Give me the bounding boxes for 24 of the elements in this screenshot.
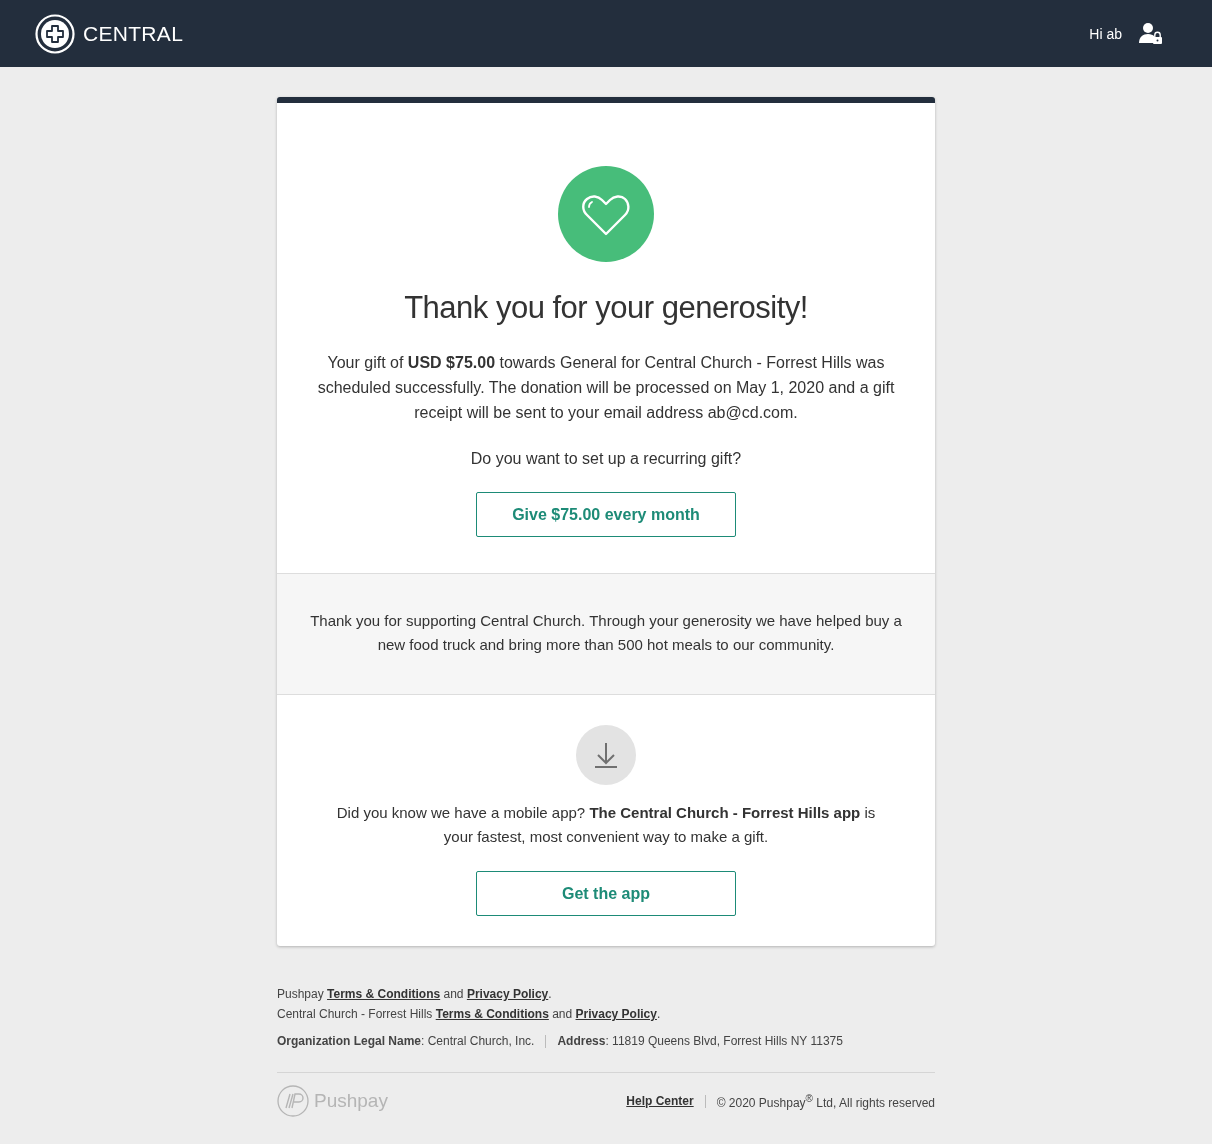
- policy-line: Pushpay Terms & Conditions and Privacy Policy.: [277, 986, 553, 1002]
- impact-message: Thank you for supporting Central Church. Through your generosity we have helped buy a new food truck and bring more than 500 hot meals to our community.: [309, 611, 903, 655]
- legal-info: Address: 11819 Queens Blvd, Forrest Hills NY 11375: [557, 1034, 843, 1048]
- cross-logo-icon: [35, 13, 75, 54]
- help-center-link[interactable]: Help Center: [626, 1094, 694, 1108]
- pushpay-logo-icon: [277, 1085, 309, 1117]
- thank-you-heading: Thank you for your generosity!: [404, 290, 808, 326]
- brand-name[interactable]: CENTRAL: [83, 21, 184, 46]
- privacy-link[interactable]: Privacy Policy: [575, 1007, 657, 1021]
- get-app-button[interactable]: Get the app: [476, 871, 736, 916]
- recurring-question: Do you want to set up a recurring gift?: [470, 450, 742, 468]
- app-message: Did you know we have a mobile app? The Central Church - Forrest Hills app is your fastest, most convenient way to make a gift.: [335, 803, 877, 847]
- user-lock-icon[interactable]: [1138, 21, 1164, 46]
- pushpay-logo-text: Pushpay: [314, 1090, 388, 1112]
- terms-link[interactable]: Terms & Conditions: [327, 987, 441, 1001]
- privacy-link[interactable]: Privacy Policy: [466, 987, 549, 1001]
- recurring-gift-button[interactable]: Give $75.00 every month: [476, 492, 736, 537]
- copyright-text: © 2020 Pushpay$^{®}$ Ltd, All rights reserved: [716, 1092, 935, 1110]
- legal-info: Organization Legal Name: Central Church, Inc.: [277, 1034, 535, 1048]
- terms-link[interactable]: Terms & Conditions: [435, 1007, 549, 1021]
- policy-line: Central Church - Forrest Hills Terms & Conditions and Privacy Policy.: [277, 1006, 662, 1022]
- download-icon: [576, 725, 636, 785]
- greeting-text: Hi ab: [1089, 25, 1122, 42]
- gift-message: Your gift of USD $75.00 towards General for Central Church - Forrest Hills was scheduled successfully. The donation will be processed on May 1, 2020 and a gift receipt will be sent to your email address ab@cd.com.: [317, 353, 895, 423]
